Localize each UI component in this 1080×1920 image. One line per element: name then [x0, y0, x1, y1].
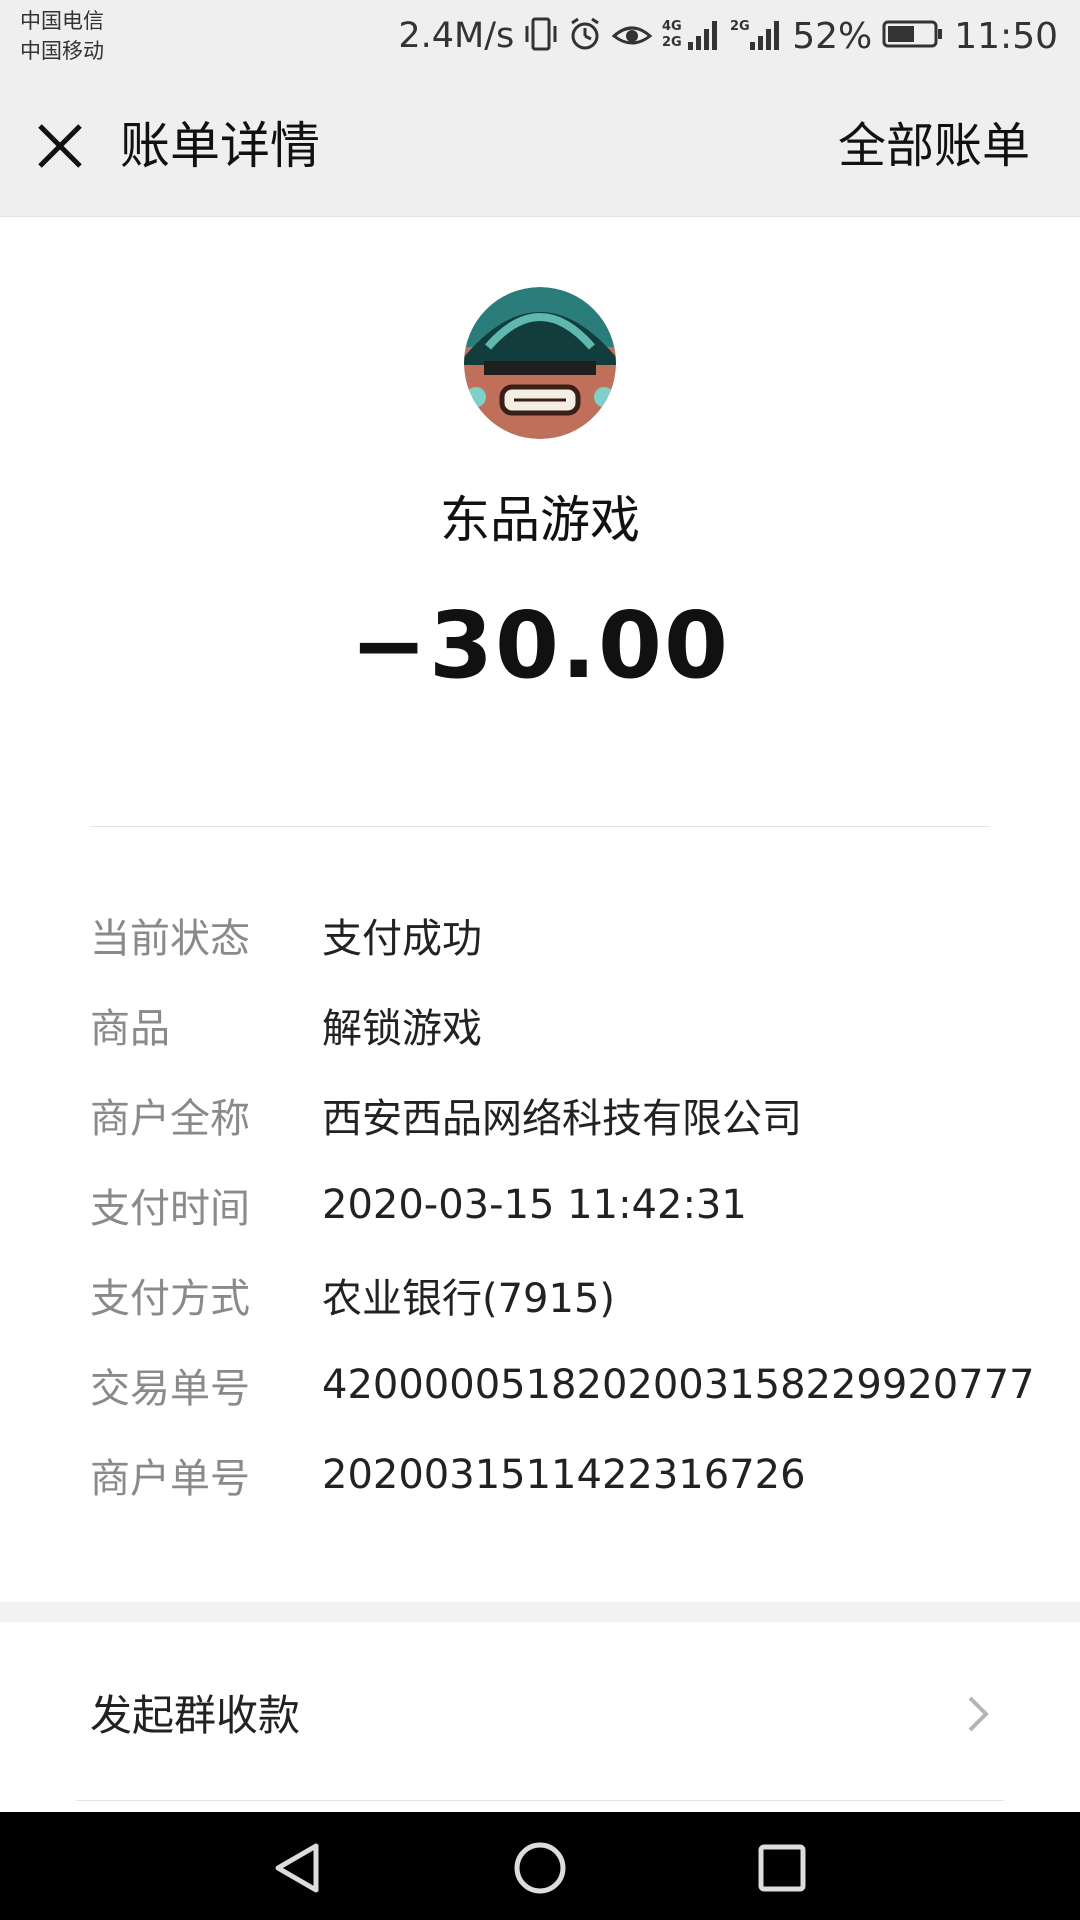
group-collect-label: 发起群收款 [90, 1691, 301, 1740]
status-indicators: 2.4M/s 4G 2G 2G 52% 11:50 [398, 10, 1058, 62]
detail-row-pay-time: 支付时间 2020-03-15 11:42:31 [90, 1160, 1040, 1250]
detail-value: 西安西品网络科技有限公司 [322, 1096, 802, 1142]
svg-text:2G: 2G [662, 35, 682, 50]
page-title: 账单详情 [120, 117, 320, 175]
battery-percent: 52% [792, 15, 873, 57]
chevron-right-icon [966, 1694, 990, 1734]
detail-row-merchant-order-id: 商户单号 202003151142231672​6 [90, 1430, 1040, 1520]
close-icon[interactable] [30, 116, 90, 176]
detail-value[interactable]: 4200000518202003158229920777 [322, 1362, 1035, 1408]
merchant-name: 东品游戏 [440, 491, 640, 549]
detail-label: 商户单号 [90, 1456, 250, 1502]
alarm-icon [568, 16, 602, 56]
home-icon[interactable] [512, 1840, 568, 1896]
detail-value[interactable]: 202003151142231672​6 [322, 1452, 806, 1498]
battery-icon [882, 18, 944, 54]
4g-signal-icon: 4G 2G [662, 16, 720, 56]
clock: 11:50 [954, 15, 1058, 57]
status-bar: 中国电信 中国移动 2.4M/s 4G 2G 2G 52% 11:50 [0, 0, 1080, 72]
detail-row-transaction-id: 交易单号 4200000518202003158229920777 [90, 1340, 1040, 1430]
detail-row-merchant-fullname: 商户全称 西安西品网络科技有限公司 [90, 1070, 1040, 1160]
detail-row-product: 商品 解锁游戏 [90, 980, 1040, 1070]
carrier-1: 中国电信 [20, 9, 104, 33]
detail-row-pay-method: 支付方式 农业银行(7915) [90, 1250, 1040, 1340]
net-speed: 2.4M/s [398, 16, 515, 56]
vibrate-icon [524, 16, 558, 56]
svg-text:2G: 2G [730, 19, 750, 34]
divider [76, 1800, 1004, 1801]
detail-label: 当前状态 [90, 916, 250, 962]
detail-row-status: 当前状态 支付成功 [90, 890, 1040, 980]
detail-label: 支付时间 [90, 1186, 250, 1232]
carrier-2: 中国移动 [20, 39, 104, 63]
top-bar: 账单详情 全部账单 [0, 72, 1080, 217]
recents-icon[interactable] [754, 1840, 810, 1896]
detail-value: 2020-03-15 11:42:31 [322, 1182, 747, 1228]
detail-label: 商户全称 [90, 1096, 250, 1142]
back-icon[interactable] [270, 1840, 326, 1896]
detail-label: 商品 [90, 1006, 170, 1052]
detail-label: 交易单号 [90, 1366, 250, 1412]
group-collect-button[interactable]: 发起群收款 [0, 1622, 1080, 1802]
merchant-avatar [464, 287, 616, 439]
bill-details: 当前状态 支付成功 商品 解锁游戏 商户全称 西安西品网络科技有限公司 支付时间… [90, 890, 1040, 1520]
detail-value: 支付成功 [322, 916, 482, 962]
svg-text:4G: 4G [662, 19, 682, 34]
divider [90, 826, 990, 827]
all-bills-button[interactable]: 全部账单 [838, 114, 1030, 178]
detail-value: 农业银行(7915) [322, 1276, 616, 1322]
eye-icon [611, 16, 653, 56]
2g-signal-icon: 2G [730, 16, 782, 56]
detail-value: 解锁游戏 [322, 1006, 482, 1052]
system-nav-bar [0, 1812, 1080, 1920]
section-separator [0, 1602, 1080, 1622]
detail-label: 支付方式 [90, 1276, 250, 1322]
payment-amount: −30.00 [349, 592, 731, 699]
carrier-info: 中国电信 中国移动 [20, 6, 104, 66]
